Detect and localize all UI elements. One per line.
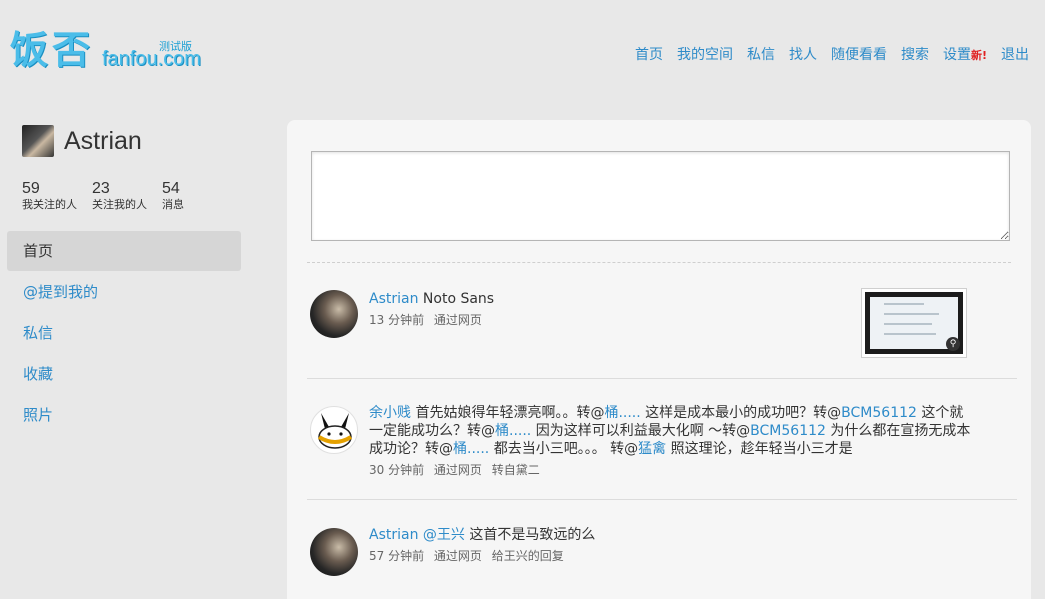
- status-text: 首先姑娘得年轻漂亮啊。。转@: [411, 405, 605, 421]
- status-content: 余小贱 首先姑娘得年轻漂亮啊。。转@桶..... 这样是成本最小的成功吧？转@B…: [369, 404, 974, 458]
- user-avatar[interactable]: [310, 290, 358, 338]
- magnifier-icon[interactable]: ⚲: [946, 337, 960, 351]
- status-text: 因为这样可以利益最大化啊 ～转@: [531, 423, 751, 439]
- user-avatar[interactable]: [310, 406, 358, 454]
- status-username[interactable]: Astrian: [369, 527, 418, 543]
- profile-header: Astrian: [22, 125, 142, 157]
- status-text: 照这理论，趁年轻当小三才是: [666, 441, 853, 457]
- stat-messages[interactable]: 54 消息: [162, 180, 232, 212]
- logo-chinese-text: 饭否: [10, 28, 95, 72]
- new-badge: 新!: [970, 49, 987, 62]
- nav-settings[interactable]: 设置新!: [943, 44, 987, 64]
- stat-number: 59: [22, 180, 40, 197]
- nav-browse[interactable]: 随便看看: [831, 44, 887, 64]
- timeline-panel: Astrian Noto Sans 13 分钟前 通过网页 ⚲ 余小贱 首先姑娘…: [287, 120, 1031, 599]
- nav-messages[interactable]: 私信: [747, 44, 775, 64]
- nav-settings-label: 设置: [942, 47, 971, 63]
- nav-my-space[interactable]: 我的空间: [677, 44, 733, 64]
- stat-label: 关注我的人: [92, 198, 147, 211]
- status-text: 这样是成本最小的成功吧？转@: [640, 405, 842, 421]
- top-navigation: 首页 我的空间 私信 找人 随便看看 搜索 设置新! 退出: [635, 44, 1029, 64]
- nav-home[interactable]: 首页: [635, 44, 663, 64]
- mention-link[interactable]: BCM56112: [750, 423, 826, 439]
- photo-line: [884, 333, 936, 335]
- stat-label: 我关注的人: [22, 198, 77, 211]
- stat-label: 消息: [162, 198, 184, 211]
- stat-following[interactable]: 59 我关注的人: [22, 180, 92, 212]
- status-reply-target[interactable]: 给王兴的回复: [492, 549, 564, 563]
- status-body: Astrian @王兴 这首不是马致远的么 57 分钟前 通过网页 给王兴的回复: [369, 526, 974, 564]
- profile-stats: 59 我关注的人 23 关注我的人 54 消息: [22, 180, 232, 212]
- mention-link[interactable]: 桶.....: [604, 405, 640, 421]
- fanfou-logo[interactable]: 饭否 fanfou.com 测试版: [10, 28, 201, 76]
- sidebar-item-photos[interactable]: 照片: [7, 395, 241, 435]
- status-meta: 30 分钟前 通过网页 转自黛二: [369, 462, 974, 478]
- stat-followers[interactable]: 23 关注我的人: [92, 180, 162, 212]
- sidebar-item-home[interactable]: 首页: [7, 231, 241, 271]
- user-avatar[interactable]: [310, 528, 358, 576]
- status-username[interactable]: Astrian: [369, 291, 418, 307]
- photo-line: [884, 323, 932, 325]
- status-divider: [307, 499, 1017, 500]
- rabbit-avatar-icon: [317, 413, 353, 449]
- status-time[interactable]: 30 分钟前: [369, 463, 424, 477]
- mention-link[interactable]: @王兴: [423, 527, 465, 543]
- mention-link[interactable]: 桶.....: [495, 423, 531, 439]
- status-composer-input[interactable]: [311, 151, 1010, 241]
- stat-number: 23: [92, 180, 110, 197]
- sidebar-item-messages[interactable]: 私信: [7, 313, 241, 353]
- sidebar-navigation: 首页 @提到我的 私信 收藏 照片: [7, 231, 241, 436]
- status-source: 通过网页: [433, 313, 482, 327]
- nav-search[interactable]: 搜索: [901, 44, 929, 64]
- mention-link[interactable]: 猛禽: [638, 441, 666, 457]
- profile-name[interactable]: Astrian: [64, 127, 142, 156]
- status-divider: [307, 378, 1017, 379]
- status-time[interactable]: 13 分钟前: [369, 313, 424, 327]
- status-body: 余小贱 首先姑娘得年轻漂亮啊。。转@桶..... 这样是成本最小的成功吧？转@B…: [369, 404, 974, 478]
- status-username[interactable]: 余小贱: [369, 405, 411, 421]
- status-content: Astrian @王兴 这首不是马致远的么: [369, 526, 974, 544]
- avatar[interactable]: [22, 125, 54, 157]
- nav-logout[interactable]: 退出: [1001, 44, 1029, 64]
- mention-link[interactable]: BCM56112: [841, 405, 917, 421]
- nav-find-people[interactable]: 找人: [789, 44, 817, 64]
- status-source: 通过网页: [433, 549, 482, 563]
- status-repost-source[interactable]: 转自黛二: [492, 463, 540, 477]
- sidebar-item-favorites[interactable]: 收藏: [7, 354, 241, 394]
- logo-beta-label: 测试版: [159, 40, 192, 53]
- status-source: 通过网页: [433, 463, 482, 477]
- composer-divider: [307, 262, 1011, 263]
- photo-image: ⚲: [865, 292, 963, 354]
- status-text: 这首不是马致远的么: [464, 527, 596, 543]
- sidebar-item-mentions[interactable]: @提到我的: [7, 272, 241, 312]
- mention-link[interactable]: 桶.....: [453, 441, 489, 457]
- status-meta: 57 分钟前 通过网页 给王兴的回复: [369, 548, 974, 564]
- photo-screen: [870, 297, 958, 349]
- status-time[interactable]: 57 分钟前: [369, 549, 424, 563]
- photo-line: [884, 303, 924, 305]
- status-photo-thumbnail[interactable]: ⚲: [861, 288, 967, 358]
- stat-number: 54: [162, 180, 180, 197]
- status-text: Noto Sans: [422, 291, 495, 307]
- photo-line: [884, 313, 939, 315]
- status-text: 都去当小三吧。。。 转@: [489, 441, 639, 457]
